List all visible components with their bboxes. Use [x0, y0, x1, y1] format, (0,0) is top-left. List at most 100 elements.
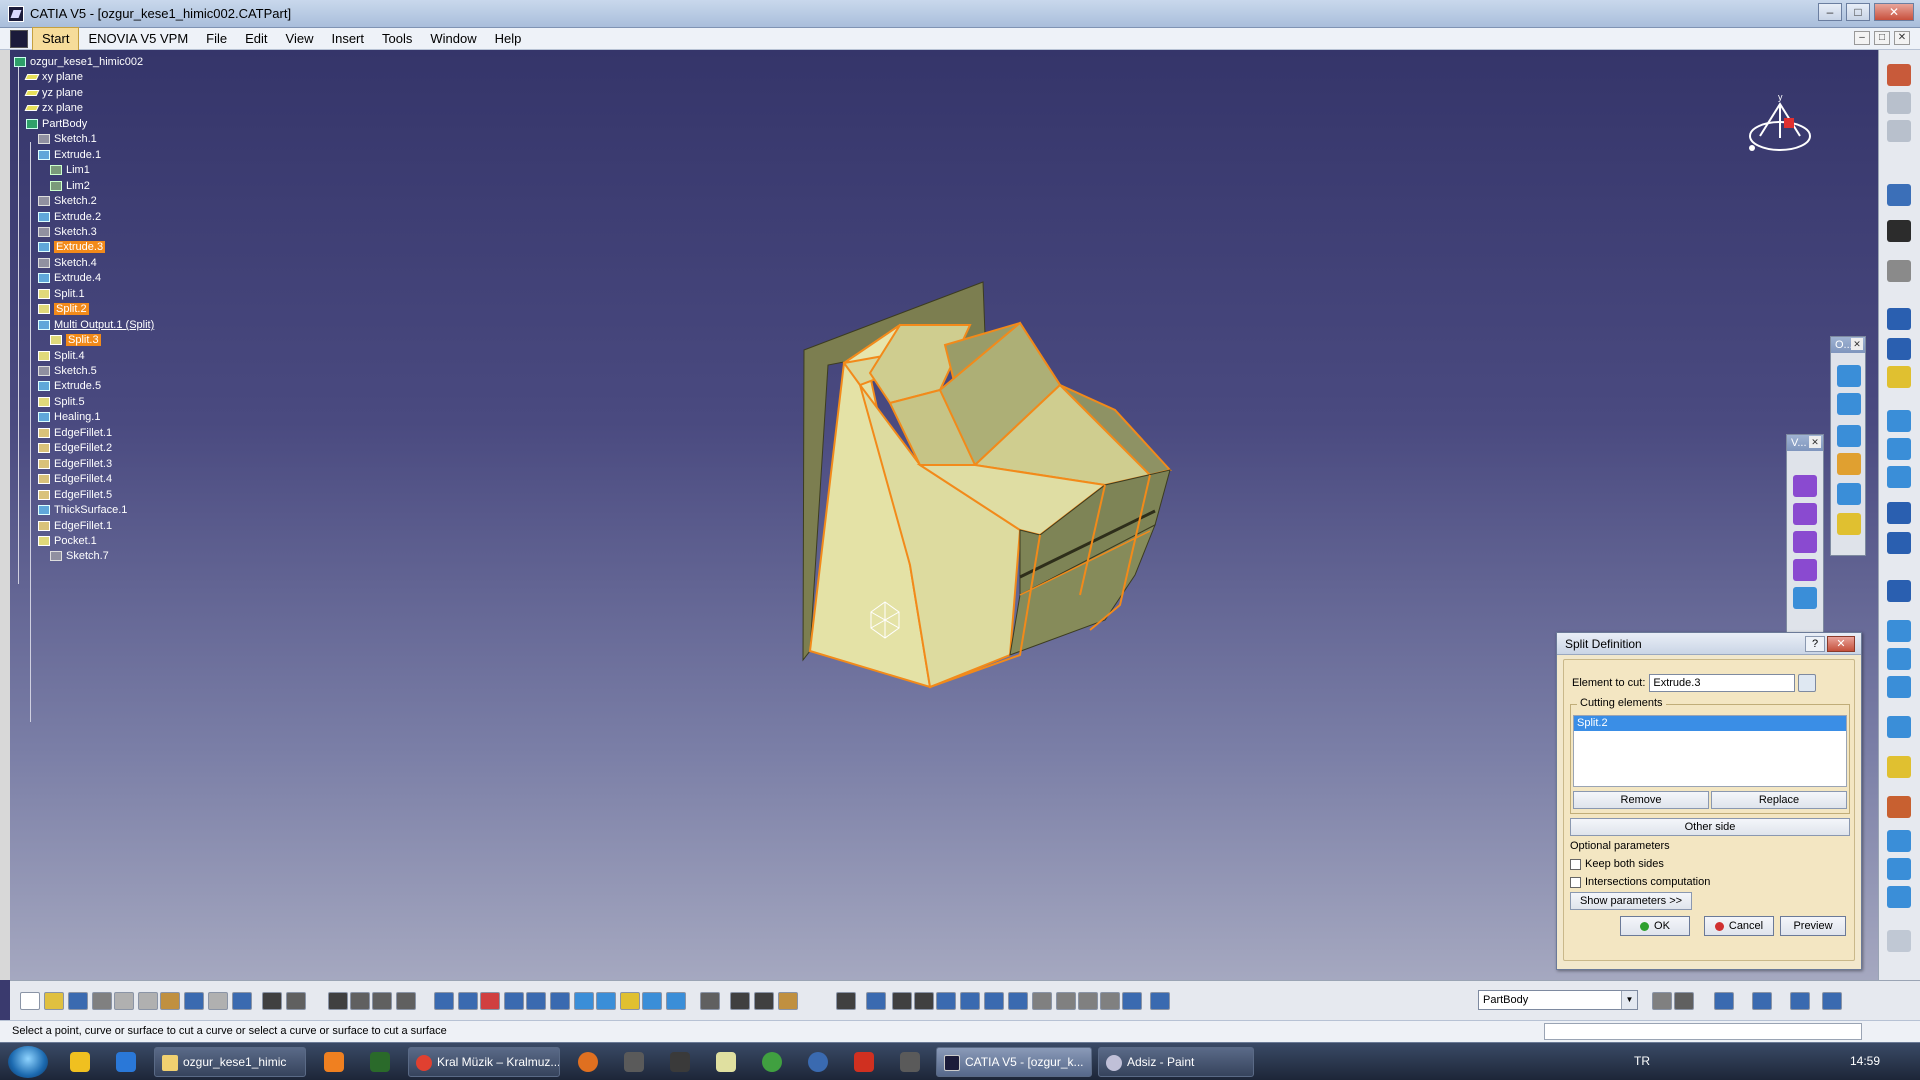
replace-button[interactable]: Replace: [1711, 791, 1847, 809]
hide-show-icon[interactable]: [620, 992, 640, 1010]
doc-close-button[interactable]: ✕: [1894, 31, 1910, 45]
axis-tool-icon[interactable]: [1887, 220, 1911, 242]
element-select-icon[interactable]: [1798, 674, 1817, 692]
extract-icon[interactable]: [960, 992, 980, 1010]
volume-extrude-icon[interactable]: [1793, 475, 1817, 497]
intersections-computation-checkbox[interactable]: [1570, 876, 1581, 888]
line-icon[interactable]: [1887, 338, 1911, 360]
ok-button[interactable]: OK: [1620, 916, 1690, 936]
sketcher-icon[interactable]: [1887, 260, 1911, 282]
join-icon[interactable]: [1887, 756, 1911, 778]
doc-restore-button[interactable]: □: [1874, 31, 1890, 45]
rotate-icon[interactable]: [480, 992, 500, 1010]
cancel-button[interactable]: Cancel: [1704, 916, 1774, 936]
tree-item[interactable]: Lim2: [50, 178, 90, 194]
tool-icon[interactable]: [624, 1052, 644, 1072]
pan-icon[interactable]: [458, 992, 478, 1010]
zoom-out-icon[interactable]: [526, 992, 546, 1010]
minimize-button[interactable]: –: [1818, 3, 1842, 21]
catalog-icon[interactable]: [350, 992, 370, 1010]
dreamweaver-icon[interactable]: [370, 1052, 390, 1072]
tree-item[interactable]: Extrude.3: [38, 239, 106, 255]
snap-tool-icon[interactable]: [1887, 120, 1911, 142]
media-player-icon[interactable]: [324, 1052, 344, 1072]
tree-root[interactable]: ozgur_kese1_himic002: [14, 54, 143, 70]
scale-icon[interactable]: [1652, 992, 1672, 1010]
menu-help[interactable]: Help: [486, 28, 531, 50]
element-to-cut-field[interactable]: Extrude.3: [1649, 674, 1796, 692]
parallel-curve-icon[interactable]: [1837, 453, 1861, 475]
update-icon[interactable]: [700, 992, 720, 1010]
notepad-icon[interactable]: [716, 1052, 736, 1072]
taskbar-item-paint[interactable]: Adsiz - Paint: [1098, 1047, 1254, 1077]
axis-system-icon[interactable]: [914, 992, 934, 1010]
tree-item[interactable]: yz plane: [24, 85, 83, 101]
tree-item[interactable]: Sketch.4: [38, 255, 97, 271]
power-copy-icon[interactable]: [866, 992, 886, 1010]
join-tool-icon[interactable]: [1008, 992, 1028, 1010]
tree-item[interactable]: Split.5: [38, 394, 85, 410]
table-icon[interactable]: [328, 992, 348, 1010]
abc-icon[interactable]: [1714, 992, 1734, 1010]
navigation-icon[interactable]: [1790, 992, 1810, 1010]
tree-item[interactable]: Sketch.5: [38, 363, 97, 379]
tree-item[interactable]: Pocket.1: [38, 533, 97, 549]
dialog-close-button[interactable]: ✕: [1827, 636, 1855, 652]
tree-item[interactable]: Split.3: [50, 332, 101, 348]
taskbar-item-chrome[interactable]: Kral Müzik – Kralmuz...: [408, 1047, 560, 1077]
zoom-in-icon[interactable]: [504, 992, 524, 1010]
point-icon[interactable]: [1887, 308, 1911, 330]
plane-icon[interactable]: [1887, 366, 1911, 388]
tree-item[interactable]: Extrude.5: [38, 378, 101, 394]
connect-curve-icon[interactable]: [1837, 513, 1861, 535]
tree-item[interactable]: EdgeFillet.4: [38, 471, 112, 487]
scaling-icon[interactable]: [1078, 992, 1098, 1010]
volume-sphere-icon[interactable]: [1793, 531, 1817, 553]
taskbar-item-folder[interactable]: ozgur_kese1_himic: [154, 1047, 306, 1077]
disassemble-icon[interactable]: [1032, 992, 1052, 1010]
floating-toolbar-title[interactable]: V... ✕: [1787, 435, 1823, 451]
menu-enovia[interactable]: ENOVIA V5 VPM: [79, 28, 197, 50]
select-arrow-icon[interactable]: [1887, 184, 1911, 206]
menu-view[interactable]: View: [277, 28, 323, 50]
wireframe-icon[interactable]: [1837, 365, 1861, 387]
trim-tool-icon[interactable]: [1887, 858, 1911, 880]
whats-this-icon[interactable]: [232, 992, 252, 1010]
thick-surface-tool-icon[interactable]: [1793, 587, 1817, 609]
analysis-icon[interactable]: [396, 992, 416, 1010]
measure-icon[interactable]: [372, 992, 392, 1010]
boundary-icon[interactable]: [1887, 886, 1911, 908]
current-body-select[interactable]: PartBody ▼: [1478, 990, 1638, 1010]
compass-icon[interactable]: y: [1740, 92, 1820, 162]
tree-item[interactable]: Healing.1: [38, 409, 100, 425]
pinned-app-icon[interactable]: [70, 1052, 90, 1072]
intersections-computation-row[interactable]: Intersections computation: [1570, 876, 1710, 888]
tree-item[interactable]: Split.2: [38, 301, 89, 317]
tree-item[interactable]: xy plane: [24, 69, 83, 85]
network-icon[interactable]: [762, 1052, 782, 1072]
other-side-button[interactable]: Other side: [1570, 818, 1850, 836]
tree-item[interactable]: Extrude.1: [38, 147, 101, 163]
print-icon[interactable]: [92, 992, 112, 1010]
normal-view-icon[interactable]: [550, 992, 570, 1010]
grid-tool-icon[interactable]: [1887, 92, 1911, 114]
menu-insert[interactable]: Insert: [322, 28, 373, 50]
menu-file[interactable]: File: [197, 28, 236, 50]
circle-icon[interactable]: [1887, 502, 1911, 524]
extrude-surface-icon[interactable]: [1887, 410, 1911, 432]
intersection-icon[interactable]: [1837, 425, 1861, 447]
knowledge-icon[interactable]: [286, 992, 306, 1010]
new-file-icon[interactable]: [20, 992, 40, 1010]
sphere-surface-icon[interactable]: [1887, 466, 1911, 488]
snapshot-icon[interactable]: [666, 992, 686, 1010]
menu-start[interactable]: Start: [32, 26, 80, 51]
projection-icon[interactable]: [1837, 393, 1861, 415]
sweep-icon[interactable]: [1887, 620, 1911, 642]
part-model[interactable]: [790, 275, 1210, 695]
start-button[interactable]: [8, 1046, 48, 1078]
firefox-icon[interactable]: [578, 1052, 598, 1072]
language-indicator[interactable]: TR: [1634, 1054, 1650, 1068]
help-button[interactable]: ?: [1805, 636, 1825, 652]
preview-button[interactable]: Preview: [1780, 916, 1846, 936]
translate-icon[interactable]: [1100, 992, 1120, 1010]
